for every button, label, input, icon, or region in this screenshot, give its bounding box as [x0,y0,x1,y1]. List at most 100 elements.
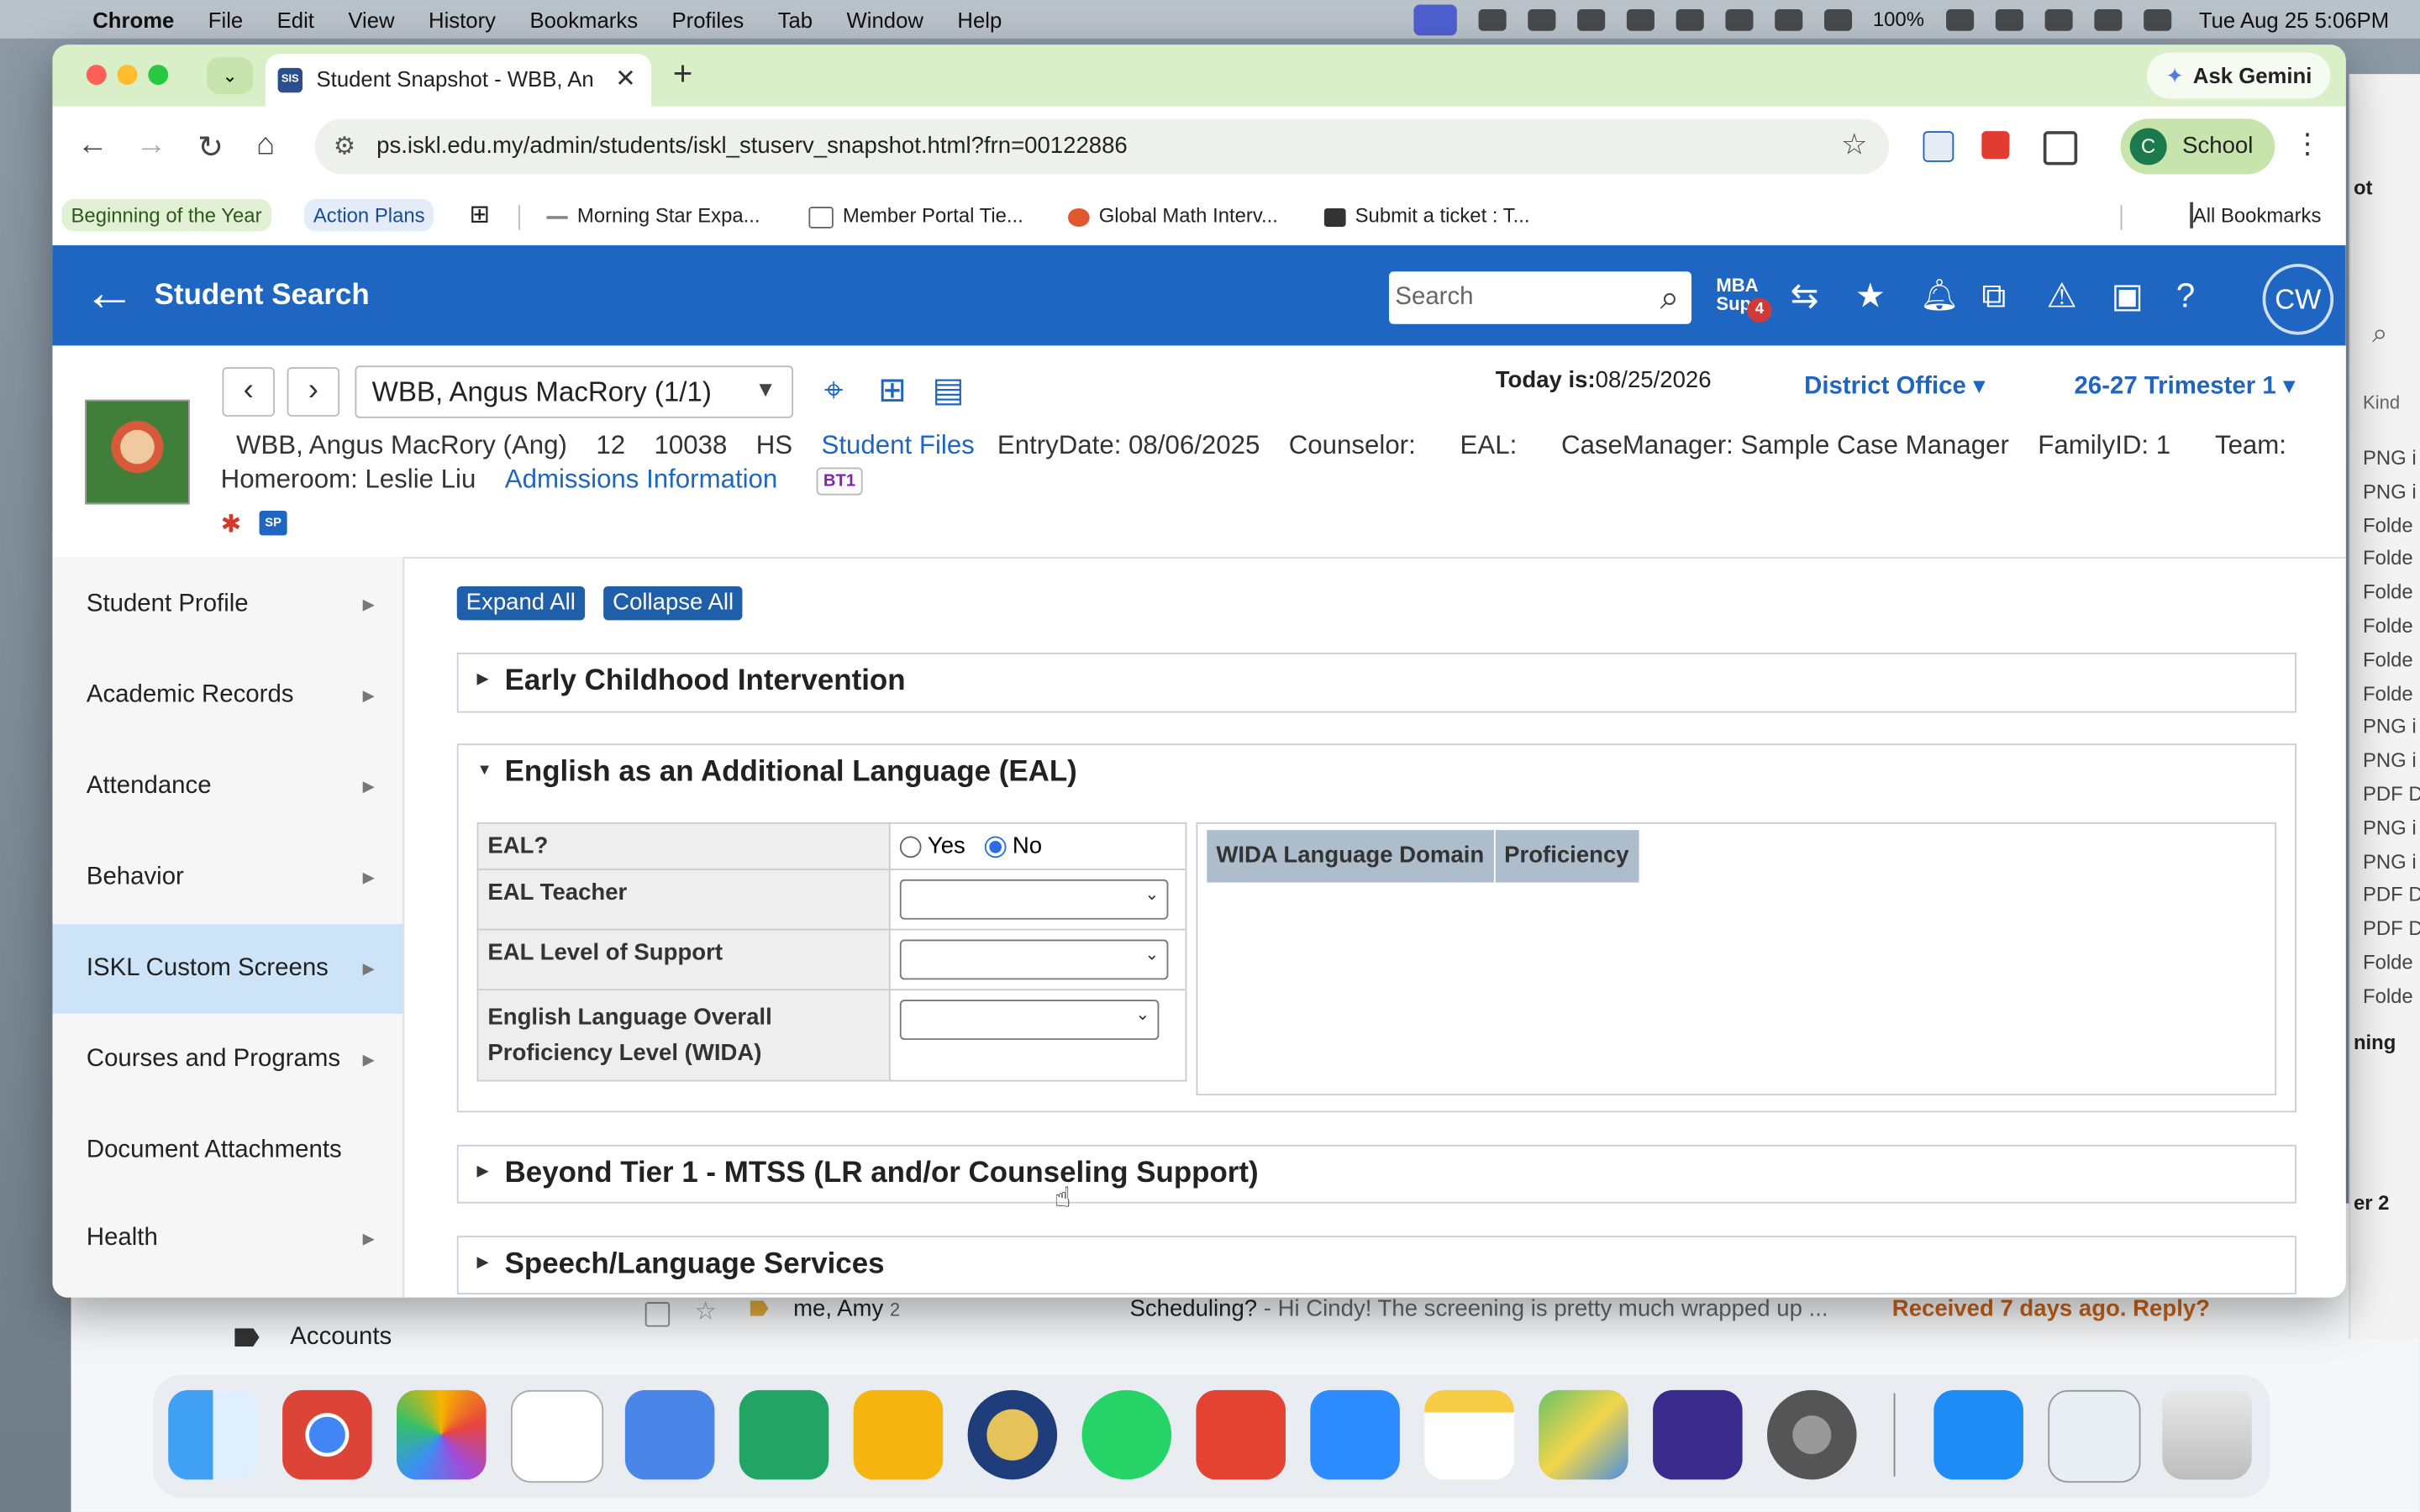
photos-icon[interactable] [397,1389,487,1480]
switch-icon[interactable]: ⇆ [1791,276,1819,317]
help-icon[interactable]: ? [2176,276,2195,317]
app-store-icon[interactable] [1933,1389,2023,1480]
bluetooth-icon[interactable] [1823,8,1852,30]
sidebar-item-iskl-custom-screens[interactable]: ISKL Custom Screens ▶ [52,924,403,1014]
app-status-icon[interactable] [1477,8,1506,30]
google-docs-icon[interactable] [624,1389,715,1480]
maps-icon[interactable] [1539,1389,1628,1480]
term-selector[interactable]: 26-27 Trimester 1 ▾ [2075,370,2296,402]
zoom-status-icon[interactable] [1576,8,1605,30]
sidebar-item-document-attachments[interactable]: Document Attachments [52,1106,402,1196]
sidebar-item-academic-records[interactable]: Academic Records ▶ [52,651,402,741]
home-icon[interactable]: ⌂ [256,128,275,163]
search-icon[interactable]: ⌕ [1660,278,1680,318]
forward-icon[interactable]: → [136,128,167,163]
extensions-puzzle-icon[interactable] [2043,131,2078,165]
important-icon[interactable] [750,1300,769,1316]
medical-alert-icon[interactable]: ✱ [221,509,242,540]
ask-gemini-button[interactable]: ✦ Ask Gemini [2147,52,2331,99]
office-selector[interactable]: District Office ▾ [1804,370,1986,402]
trash-icon[interactable] [2162,1389,2252,1480]
menu-window[interactable]: Window [847,7,923,31]
bookmark-member-portal[interactable]: Member Portal Tie... [799,199,1032,233]
url-text[interactable]: ps.iskl.edu.my/admin/students/iskl_stuse… [376,133,1128,159]
new-tab-icon[interactable]: + [673,54,693,94]
wida-level-select[interactable]: ⌄ [899,1000,1160,1040]
student-photo[interactable] [85,399,190,505]
finder-kind-item[interactable]: PNG i [2363,475,2420,508]
sp-badge-icon[interactable]: SP [259,510,287,536]
finder-kind-item[interactable]: PNG i [2363,845,2420,879]
profile-chip[interactable]: C School [2120,118,2275,175]
google-sheets-icon[interactable] [739,1389,829,1480]
finder-kind-item[interactable]: PNG i [2363,711,2420,744]
school-app-icon[interactable] [967,1389,1058,1480]
spotlight-icon[interactable] [2044,8,2073,30]
extension-todoist-icon[interactable] [1981,131,2010,160]
apps-grid-icon[interactable]: ⊞ [460,194,499,234]
zoom-icon[interactable] [1310,1389,1400,1480]
finder-kind-item[interactable]: Folde [2363,979,2420,1013]
bt1-badge[interactable]: BT1 [815,466,864,495]
notes-icon[interactable] [1675,8,1703,30]
finder-kind-item[interactable]: PNG i [2363,811,2420,845]
reload-icon[interactable]: ↻ [197,128,224,166]
eal-no-radio[interactable] [984,836,1007,858]
next-student-button[interactable]: › [287,367,340,417]
mail-row[interactable]: ☆ me, Amy 2 Scheduling? - Hi Cindy! The … [618,1296,2223,1336]
notifications-bell-icon[interactable]: 🔔︎ [1920,276,1960,315]
menu-tab[interactable]: Tab [778,7,813,31]
print-icon[interactable]: ▣ [2112,276,2144,317]
sidebar-item-attendance[interactable]: Attendance ▶ [52,742,402,832]
menu-profiles[interactable]: Profiles [671,7,744,31]
location-pin-icon[interactable]: ⌖ [824,370,844,411]
finder-kind-item[interactable]: PDF D [2363,912,2420,946]
bookmark-star-icon[interactable]: ☆ [1841,128,1867,163]
sidebar-item-courses-programs[interactable]: Courses and Programs ▶ [52,1016,402,1105]
section-header[interactable]: ▶ Early Childhood Intervention [458,654,2295,710]
close-window-button[interactable] [86,65,107,86]
whatsapp-icon[interactable] [1081,1389,1172,1480]
menu-view[interactable]: View [348,7,394,31]
menu-bookmarks[interactable]: Bookmarks [529,7,638,31]
menu-help[interactable]: Help [957,7,1002,31]
volume-icon[interactable] [1774,8,1802,30]
siri-icon[interactable] [2143,8,2171,30]
all-bookmarks-button[interactable]: All Bookmarks [2190,202,2321,228]
finder-kind-item[interactable]: Folde [2363,946,2420,979]
wida-proficiency-column[interactable]: Proficiency [1495,830,1640,883]
previous-student-button[interactable]: ‹ [222,367,275,417]
menu-file[interactable]: File [208,7,243,31]
eal-yes-radio[interactable] [899,836,922,858]
finder-kind-item[interactable]: Folde [2363,575,2420,609]
battery-icon[interactable] [1945,8,1974,30]
eal-support-select[interactable]: ⌄ [899,939,1169,980]
finder-kind-item[interactable]: Folde [2363,677,2420,711]
notes-app-icon[interactable] [1424,1389,1514,1480]
back-icon[interactable]: ← [77,128,108,163]
finder-kind-item[interactable]: Folde [2363,542,2420,575]
finder-kind-item[interactable]: PDF D [2363,778,2420,811]
mba-support-icon[interactable]: MBA Supp 4 [1716,276,1772,323]
extension-upload-icon[interactable] [1923,131,1954,162]
todoist-icon[interactable] [1196,1389,1286,1480]
finder-kind-item[interactable]: PDF D [2363,879,2420,912]
collapse-all-button[interactable]: Collapse All [603,585,744,621]
bookmark-global-math[interactable]: Global Math Interv... [1059,199,1287,232]
wifi-icon[interactable] [1995,8,2023,30]
keynote-icon[interactable] [510,1389,604,1483]
menu-history[interactable]: History [429,7,496,31]
minimize-window-button[interactable] [117,65,138,86]
expand-all-button[interactable]: Expand All [456,585,585,621]
bookmark-beginning-of-year[interactable]: Beginning of the Year [61,198,271,232]
favorites-star-icon[interactable]: ★ [1855,276,1886,317]
finder-kind-item[interactable]: Folde [2363,508,2420,542]
pdf-document-icon[interactable] [2048,1389,2141,1483]
system-settings-icon[interactable] [1767,1389,1857,1480]
mail-checkbox[interactable] [644,1302,671,1327]
chrome-icon[interactable] [282,1389,372,1480]
chrome-menu-icon[interactable]: ⋮ [2293,128,2321,160]
section-header[interactable]: ▶ Speech/Language Services [458,1237,2295,1293]
section-header[interactable]: ▶ Beyond Tier 1 - MTSS (LR and/or Counsel… [458,1147,2295,1202]
bookmark-action-plans[interactable]: Action Plans [303,198,434,232]
